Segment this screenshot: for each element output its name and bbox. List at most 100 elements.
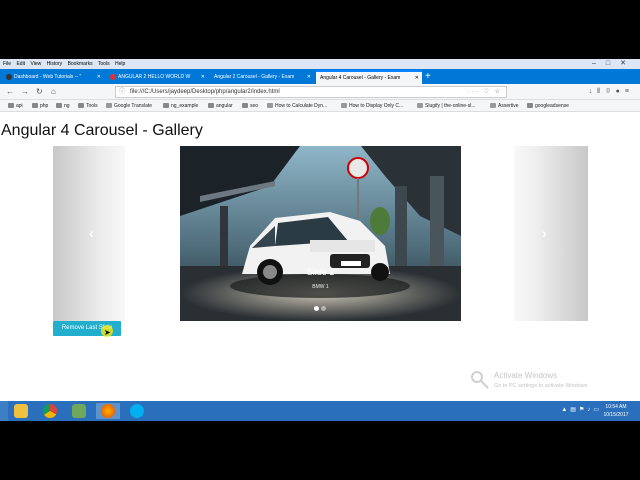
bookmark-item[interactable]: Tools xyxy=(78,100,98,112)
tab-angular2-hello[interactable]: ANGULAR 2 HELLO WORLD W ✕ xyxy=(106,70,208,84)
notepad-icon xyxy=(72,404,86,418)
reload-icon[interactable]: ↻ xyxy=(36,86,43,98)
bookmark-item[interactable]: How to Display Only C... xyxy=(341,100,403,112)
bookmark-item[interactable]: php xyxy=(32,100,48,112)
folder-icon xyxy=(56,103,62,109)
close-tab-icon[interactable]: ✕ xyxy=(415,72,419,84)
bookmark-label: seo xyxy=(250,103,259,109)
bookmark-label: Tools xyxy=(86,103,98,109)
extension-icon[interactable]: ● xyxy=(616,88,625,95)
bookmark-label: googleadsense xyxy=(535,103,569,109)
menu-bookmarks[interactable]: Bookmarks xyxy=(68,61,93,67)
bookmark-label: api xyxy=(16,103,23,109)
tab-strip: Dashboard - Web Tutorials -- " ✕ ANGULAR … xyxy=(0,69,640,84)
url-bar[interactable]: ⓘ file:///C:/Users/jaydeep/Desktop/php/a… xyxy=(115,86,507,98)
start-button[interactable] xyxy=(0,401,8,421)
bookmark-label: Assertive xyxy=(498,103,519,109)
bookmark-item[interactable]: angular xyxy=(208,100,233,112)
close-tab-icon[interactable]: ✕ xyxy=(307,70,311,84)
wordpress-icon xyxy=(6,73,12,80)
carousel-current-slide: Slide 1 BMW 1 xyxy=(180,146,461,321)
more-icon[interactable]: ··· xyxy=(468,89,480,95)
new-tab-button[interactable]: + xyxy=(425,70,431,84)
bookmark-item[interactable]: How to Calculate Dyn... xyxy=(267,100,327,112)
tray-expand-icon[interactable]: ▲ xyxy=(561,407,570,413)
folder-icon xyxy=(8,103,14,109)
clock[interactable]: 10:54 AM 10/15/2017 xyxy=(602,403,630,419)
menu-history[interactable]: History xyxy=(47,61,63,67)
bookmark-label: Slugify | the-online-sl... xyxy=(425,103,476,109)
network-icon[interactable]: ▤ xyxy=(570,407,579,413)
maximize-icon[interactable]: □ xyxy=(606,60,616,67)
menu-icon[interactable]: ≡ xyxy=(625,88,634,95)
bookmark-item[interactable]: api xyxy=(8,100,23,112)
page-icon xyxy=(490,103,496,109)
bookmark-item[interactable]: Google Translate xyxy=(106,100,152,112)
angular-icon xyxy=(110,73,116,80)
taskbar-notepad[interactable] xyxy=(67,403,91,419)
tab-title: Angular 4 Carousel - Gallery - Exam xyxy=(320,75,401,81)
menu-help[interactable]: Help xyxy=(115,61,125,67)
menu-edit[interactable]: Edit xyxy=(16,61,25,67)
slide-caption-subtitle: BMW 1 xyxy=(312,284,329,290)
back-icon[interactable]: ← xyxy=(6,86,14,98)
close-window-icon[interactable]: ✕ xyxy=(620,60,632,67)
folder-icon xyxy=(242,103,248,109)
page-icon xyxy=(417,103,423,109)
chevron-right-icon[interactable]: › xyxy=(542,226,547,240)
battery-icon[interactable]: ▭ xyxy=(593,407,602,413)
clock-time: 10:54 AM xyxy=(605,404,627,410)
bookmark-item[interactable]: googleadsense xyxy=(527,100,569,112)
url-actions: ··· ♡ ☆ xyxy=(468,87,502,97)
menu-tools[interactable]: Tools xyxy=(98,61,110,67)
bookmark-label: php xyxy=(40,103,49,109)
bookmark-item[interactable]: seo xyxy=(242,100,258,112)
tab-title: ANGULAR 2 HELLO WORLD W xyxy=(118,74,191,80)
menu-bar: File Edit View History Bookmarks Tools H… xyxy=(0,59,640,69)
nav-bar: ← → ↻ ⌂ ⓘ file:///C:/Users/jaydeep/Deskt… xyxy=(0,84,640,100)
bookmark-item[interactable]: ng_example xyxy=(163,100,198,112)
tab-angular2-carousel[interactable]: Angular 2 Carousel - Gallery - Exam ✕ xyxy=(210,70,314,84)
carousel-dot-1[interactable] xyxy=(314,306,319,311)
page-info-icon[interactable]: ⓘ xyxy=(119,87,125,97)
tab-title: Angular 2 Carousel - Gallery - Exam xyxy=(214,74,295,80)
download-icon[interactable]: ↓ xyxy=(589,88,598,95)
bookmark-star-icon[interactable]: ☆ xyxy=(495,89,502,95)
tab-dashboard[interactable]: Dashboard - Web Tutorials -- " ✕ xyxy=(2,70,104,84)
home-icon[interactable]: ⌂ xyxy=(51,86,56,98)
folder-icon xyxy=(163,103,169,109)
bookmark-label: ng_example xyxy=(171,103,199,109)
mouse-pointer-icon: ➤ xyxy=(104,328,111,337)
taskbar-firefox[interactable] xyxy=(96,403,120,419)
sidebar-icon[interactable]: ▯ xyxy=(605,88,616,95)
taskbar-file-explorer[interactable] xyxy=(9,403,33,419)
carousel-next-slide: › xyxy=(514,146,588,321)
pocket-icon[interactable]: ♡ xyxy=(484,89,491,95)
page-icon xyxy=(341,103,347,109)
close-tab-icon[interactable]: ✕ xyxy=(201,70,205,84)
bookmark-item[interactable]: ng xyxy=(56,100,70,112)
library-icon[interactable]: ⫴ xyxy=(597,88,605,95)
forward-icon[interactable]: → xyxy=(21,86,29,98)
minimize-icon[interactable]: – xyxy=(592,60,602,67)
folder-icon xyxy=(527,103,533,109)
menu-file[interactable]: File xyxy=(3,61,11,67)
menu-view[interactable]: View xyxy=(30,61,41,67)
toolbar-right: ↓⫴▯●≡ xyxy=(589,86,634,98)
bookmark-label: ng xyxy=(64,103,70,109)
carousel-dot-2[interactable] xyxy=(321,306,326,311)
close-tab-icon[interactable]: ✕ xyxy=(97,70,101,84)
firefox-icon xyxy=(101,404,115,418)
taskbar-skype[interactable] xyxy=(125,403,149,419)
globe-icon xyxy=(106,103,112,109)
folder-icon xyxy=(208,103,214,109)
bookmark-item[interactable]: Assertive xyxy=(490,100,519,112)
window-controls: – □ ✕ xyxy=(592,59,636,69)
taskbar-chrome[interactable] xyxy=(38,403,62,419)
bookmark-item[interactable]: Slugify | the-online-sl... xyxy=(417,100,476,112)
folder-icon xyxy=(32,103,38,109)
bookmark-label: Google Translate xyxy=(114,103,153,109)
tab-angular4-carousel[interactable]: Angular 4 Carousel - Gallery - Exam ✕ xyxy=(316,70,422,84)
page-icon xyxy=(267,103,273,109)
chevron-left-icon[interactable]: ‹ xyxy=(89,226,94,240)
